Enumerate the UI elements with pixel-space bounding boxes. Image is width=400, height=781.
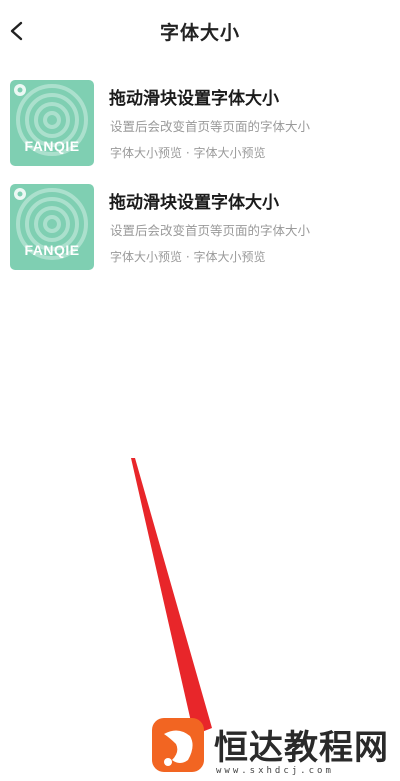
- site-watermark: 恒达教程网 www.sxhdcj.com: [150, 716, 400, 778]
- watermark-name: 恒达教程网: [214, 728, 389, 768]
- watermark-url: www.sxhdcj.com: [216, 766, 334, 776]
- annotation-arrow: [131, 458, 212, 735]
- watermark-logo: [152, 718, 204, 772]
